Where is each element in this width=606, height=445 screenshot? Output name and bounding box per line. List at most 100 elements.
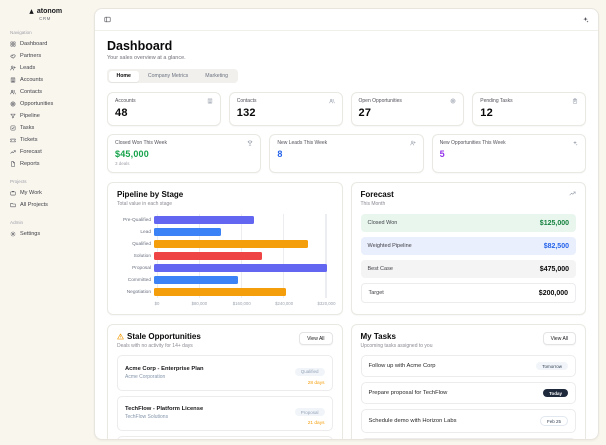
bar-track xyxy=(154,252,327,260)
stale-view-all-button[interactable]: View All xyxy=(299,332,333,345)
file-icon xyxy=(11,161,15,167)
task-item[interactable]: Schedule demo with Horizon Labs Feb 25 xyxy=(360,409,576,433)
forecast-row-target: Target $200,000 xyxy=(360,283,576,303)
tab-home[interactable]: Home xyxy=(108,70,139,82)
stat-label: Contacts xyxy=(236,98,257,104)
users-icon xyxy=(10,89,16,95)
sidebar-item-tickets[interactable]: Tickets xyxy=(0,134,90,146)
my-tasks-card: My Tasks Upcoming tasks assigned to you … xyxy=(350,324,586,439)
trending-up-icon xyxy=(569,190,576,197)
forecast-row-value: $125,000 xyxy=(539,219,569,227)
folder-icon xyxy=(10,203,16,208)
bar-row: Lead xyxy=(117,226,333,238)
trending-up-icon xyxy=(569,191,576,196)
app-logo[interactable]: atonom CRM xyxy=(0,8,90,21)
due-badge: Tomorrow xyxy=(536,362,568,370)
stat-card-contacts: Contacts 132 xyxy=(228,92,343,126)
sidebar-item-all-projects[interactable]: All Projects xyxy=(0,199,90,211)
opportunity-item[interactable]: Pinnacle - Annual Subscription Pinnacle … xyxy=(117,436,333,439)
sidebar-item-label: Settings xyxy=(20,231,41,237)
sidebar-item-pipeline[interactable]: Pipeline xyxy=(0,110,90,122)
sidebar-nav: Navigation Dashboard Partners Leads Accounts… xyxy=(0,30,90,240)
sidebar-item-leads[interactable]: Leads xyxy=(0,62,90,74)
panel-toggle-icon[interactable] xyxy=(104,16,111,23)
forecast-row-label: Best Case xyxy=(367,266,393,272)
tab-bar: Home Company Metrics Marketing xyxy=(107,69,238,83)
x-tick-label: $320,000 xyxy=(317,301,336,306)
task-item[interactable]: Prepare proposal for TechFlow Today xyxy=(360,382,576,404)
stat-value: 12 xyxy=(480,107,493,119)
bar-row: Qualified xyxy=(117,238,333,250)
tasks-view-all-button[interactable]: View All xyxy=(542,332,576,345)
stat-card-new-leads-this-week: New Leads This Week 8 xyxy=(269,134,424,173)
sidebar-item-dashboard[interactable]: Dashboard xyxy=(0,38,90,50)
x-tick-label: $0 xyxy=(154,301,160,306)
task-item[interactable]: Follow up with Acme Corp Tomorrow xyxy=(360,355,576,377)
task-item[interactable]: Review contract terms - Pinnacle Feb 27 xyxy=(360,438,576,439)
forecast-row-label: Weighted Pipeline xyxy=(367,243,412,249)
stat-card-closed-won-this-week: Closed Won This Week $45,000 3 deals xyxy=(107,134,262,173)
stat-value: 8 xyxy=(277,149,283,159)
sidebar-item-label: Dashboard xyxy=(20,41,48,47)
bar-row: Committed xyxy=(117,274,333,286)
sidebar-item-contacts[interactable]: Contacts xyxy=(0,86,90,98)
sidebar-item-label: Accounts xyxy=(20,77,44,83)
sidebar-item-forecast[interactable]: Forecast xyxy=(0,146,90,158)
grid-icon xyxy=(10,41,16,47)
sidebar-item-partners[interactable]: Partners xyxy=(0,50,90,62)
forecast-row-weighted-pipeline: Weighted Pipeline $82,500 xyxy=(360,237,576,255)
days-label: 21 days xyxy=(307,421,325,426)
sidebar-item-tasks[interactable]: Tasks xyxy=(0,122,90,134)
bar-category-label: Lead xyxy=(140,229,151,235)
sidebar-item-label: Leads xyxy=(20,65,36,71)
app-name: atonom xyxy=(36,8,63,15)
stat-label: Accounts xyxy=(115,98,136,104)
sidebar-item-accounts[interactable]: Accounts xyxy=(0,74,90,86)
sidebar-item-label: Contacts xyxy=(20,89,43,95)
target-icon xyxy=(10,101,16,107)
stat-value: 48 xyxy=(115,107,128,119)
sparkles-icon[interactable] xyxy=(582,16,589,23)
sidebar-item-label: Tasks xyxy=(20,125,35,131)
opportunity-item[interactable]: TechFlow - Platform License TechFlow Sol… xyxy=(117,395,333,431)
stat-card-open-opportunities: Open Opportunities 27 xyxy=(350,92,465,126)
opportunity-item[interactable]: Acme Corp - Enterprise Plan Acme Corpora… xyxy=(117,355,333,391)
forecast-row-label: Target xyxy=(368,290,384,296)
charts-row: Pipeline by Stage Total value in each st… xyxy=(107,182,586,315)
x-tick-label: $80,000 xyxy=(191,301,208,306)
users-icon xyxy=(328,98,335,104)
bar-solution xyxy=(154,252,262,260)
stat-value: 5 xyxy=(439,149,445,159)
sidebar-item-my-work[interactable]: My Work xyxy=(0,187,90,199)
tab-company-metrics[interactable]: Company Metrics xyxy=(140,71,196,82)
stale-subtitle: Deals with no activity for 14+ days xyxy=(117,343,193,349)
sidebar-item-opportunities[interactable]: Opportunities xyxy=(0,98,90,110)
warning-icon xyxy=(117,333,124,340)
bar-track xyxy=(154,216,327,224)
sidebar-item-reports[interactable]: Reports xyxy=(0,158,90,170)
bar-category-label: Solution xyxy=(133,253,151,259)
stat-card-new-opportunities-this-week: New Opportunities This Week 5 xyxy=(431,134,586,173)
briefcase-icon xyxy=(10,190,16,196)
stats-row: Accounts 48 Contacts 132 Open Opportunit… xyxy=(107,92,586,126)
stage-badge: Proposal xyxy=(294,408,325,416)
panel-left-icon xyxy=(104,16,111,23)
pipeline-chart: Pre-Qualified Lead Qualified Solution Pr… xyxy=(117,214,336,308)
stat-label: Open Opportunities xyxy=(358,98,402,104)
tasks-subtitle: Upcoming tasks assigned to you xyxy=(360,343,433,349)
tab-marketing[interactable]: Marketing xyxy=(197,71,236,82)
sidebar-item-label: All Projects xyxy=(20,202,48,208)
opportunity-name: TechFlow - Platform License xyxy=(125,406,204,413)
pipeline-card: Pipeline by Stage Total value in each st… xyxy=(107,182,343,315)
stat-card-pending-tasks: Pending Tasks 12 xyxy=(472,92,586,126)
forecast-row-value: $475,000 xyxy=(539,265,569,273)
tasks-title: My Tasks xyxy=(360,332,396,341)
sidebar-item-settings[interactable]: Settings xyxy=(0,228,90,240)
bar-row: Proposal xyxy=(117,262,333,274)
bar-track xyxy=(154,228,327,236)
due-badge: Today xyxy=(543,389,568,397)
forecast-title: Forecast xyxy=(360,190,394,199)
user-plus-icon xyxy=(10,65,16,71)
page-title: Dashboard xyxy=(107,39,173,53)
forecast-row-best-case: Best Case $475,000 xyxy=(360,260,576,278)
